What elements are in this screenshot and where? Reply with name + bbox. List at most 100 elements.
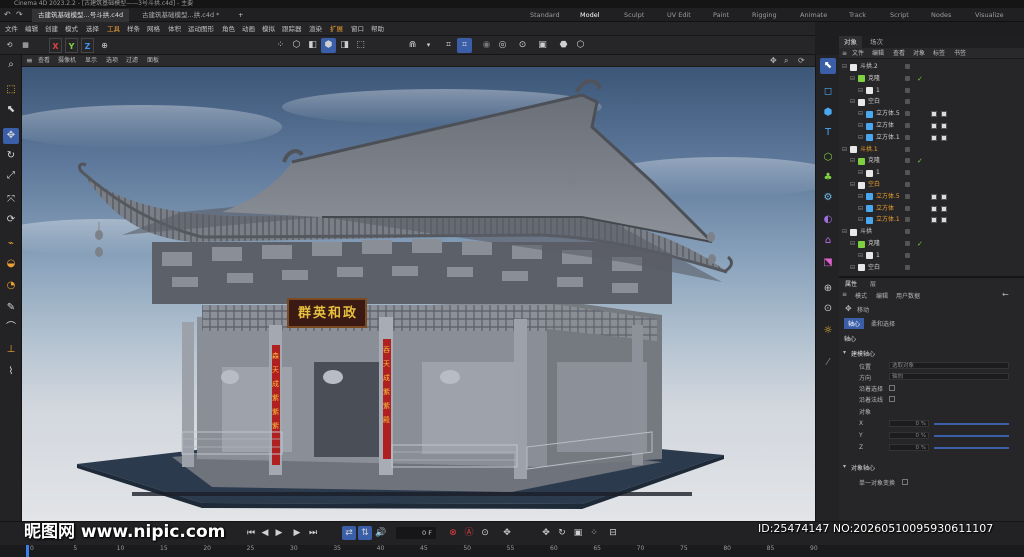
attr-menu-userdata[interactable]: 用户数据 bbox=[896, 291, 920, 300]
object-menu-edit[interactable]: 编辑 bbox=[872, 48, 884, 59]
go-start-icon[interactable]: ⏮ bbox=[244, 526, 258, 540]
snap-settings-icon[interactable]: ⟳ bbox=[3, 212, 19, 228]
visibility-dot[interactable] bbox=[905, 158, 910, 164]
viewport-menu-cameras[interactable]: 摄像机 bbox=[58, 55, 76, 67]
material-tag-icon[interactable] bbox=[941, 134, 947, 141]
snap-icon[interactable]: ▾ bbox=[421, 38, 436, 53]
object-list-item[interactable]: ⊟ 1 bbox=[839, 168, 1024, 178]
menu-edit[interactable]: 编辑 bbox=[25, 22, 38, 36]
field-icon[interactable]: ⬔ bbox=[820, 255, 836, 271]
scene-icon[interactable]: ⊕ bbox=[820, 281, 836, 297]
position-key-icon[interactable]: ✥ bbox=[500, 526, 514, 540]
workspace-standard[interactable]: Standard bbox=[530, 8, 560, 22]
attr-menu-icon[interactable]: ≡ bbox=[842, 291, 847, 298]
material-tag-icon[interactable] bbox=[931, 123, 937, 129]
frame-ruler[interactable]: 0 5 10 15 20 25 30 35 40 45 50 55 60 65 70 75 80 85 90 bbox=[0, 545, 1024, 557]
expand-icon[interactable]: ⊟ bbox=[850, 263, 855, 273]
undo-icon[interactable]: ↶ bbox=[4, 10, 11, 19]
3d-viewport[interactable]: 群英和政 森天成紫紫紫 吞天成紫紫殿 bbox=[22, 67, 815, 521]
viewport-zoom-icon[interactable]: ⌕ bbox=[784, 55, 788, 67]
locked-workplane-icon[interactable]: ◉ bbox=[479, 38, 494, 53]
play-icon[interactable]: ▶ bbox=[272, 526, 286, 540]
visibility-dot[interactable] bbox=[905, 193, 910, 199]
expand-icon[interactable]: ⊟ bbox=[858, 215, 863, 225]
object-menu-icon[interactable]: ≡ bbox=[842, 48, 847, 59]
y-axis-toggle[interactable]: Y bbox=[65, 38, 78, 53]
expand-icon[interactable]: ⊟ bbox=[850, 156, 855, 166]
object-menu-bookmarks[interactable]: 书签 bbox=[954, 48, 966, 59]
point-key-icon[interactable]: ⁘ bbox=[587, 526, 601, 540]
workspace-model[interactable]: Model bbox=[580, 8, 600, 22]
object-list-item[interactable]: ⊟ 斗拱.2 bbox=[839, 62, 1024, 72]
object-list-item[interactable]: ⊟ 空白 bbox=[839, 97, 1024, 107]
camera-icon[interactable]: ⌂ bbox=[820, 233, 836, 249]
symmetry-icon[interactable]: ◎ bbox=[495, 38, 510, 53]
expand-icon[interactable]: ⊟ bbox=[858, 121, 863, 131]
grid-icon[interactable]: ▦ bbox=[18, 38, 33, 53]
expand-icon[interactable]: ⊟ bbox=[858, 109, 863, 119]
range-icon[interactable]: ⇅ bbox=[358, 526, 372, 540]
menu-file[interactable]: 文件 bbox=[5, 22, 18, 36]
tab-takes[interactable]: 场次 bbox=[865, 36, 888, 48]
object-list-item[interactable]: ⊟ 立方体.5 bbox=[839, 109, 1024, 119]
enabled-check-icon[interactable]: ✓ bbox=[917, 239, 923, 249]
viewport-pan-icon[interactable]: ✥ bbox=[770, 55, 777, 67]
object-list-item[interactable]: ⊟ 克隆 ✓ bbox=[839, 74, 1024, 84]
visibility-dot[interactable] bbox=[905, 64, 910, 69]
collapse-icon[interactable]: ▾ bbox=[843, 349, 846, 356]
subtab-soft-selection[interactable]: 柔和选择 bbox=[871, 319, 895, 328]
x-value-field[interactable]: 0 % bbox=[889, 420, 929, 427]
subtab-pivot[interactable]: 轴心 bbox=[844, 318, 865, 329]
paint-icon[interactable]: ✎ bbox=[3, 300, 19, 316]
object-list-item[interactable]: ⊟ 斗拱 bbox=[839, 227, 1024, 237]
visibility-dot[interactable] bbox=[905, 252, 910, 258]
rotate-icon[interactable]: ↻ bbox=[3, 148, 19, 164]
x-slider[interactable] bbox=[934, 423, 1009, 425]
transform-icon[interactable]: ⤧ bbox=[3, 192, 19, 208]
expand-icon[interactable]: ⊟ bbox=[850, 239, 855, 249]
object-list-item[interactable]: ⊟ 立方体 bbox=[839, 204, 1024, 214]
menu-mograph[interactable]: 运动图形 bbox=[188, 22, 214, 36]
visibility-dot[interactable] bbox=[905, 241, 910, 246]
menu-mode[interactable]: 模式 bbox=[65, 22, 78, 36]
visibility-dot[interactable] bbox=[905, 170, 910, 176]
object-list-item[interactable]: ⊟ 空白 bbox=[839, 180, 1024, 190]
coordinate-system-icon[interactable]: ⊕ bbox=[97, 38, 112, 53]
uv-mode-icon[interactable]: ⬚ bbox=[353, 38, 368, 53]
viewport-rotate-icon[interactable]: ⟳ bbox=[798, 55, 805, 67]
object-list-item[interactable]: ⊟ 1 bbox=[839, 251, 1024, 261]
rotation-key-icon[interactable]: ✥ bbox=[539, 526, 553, 540]
doc-tab-active[interactable]: 古建筑基础模型...号斗拱.c4d bbox=[32, 9, 130, 22]
visibility-dot[interactable] bbox=[905, 134, 910, 140]
param-key-icon[interactable]: ▣ bbox=[571, 526, 585, 540]
model-mode-icon[interactable]: ⬢ bbox=[321, 38, 336, 53]
material-tag-icon[interactable] bbox=[931, 205, 937, 212]
menu-tracker[interactable]: 跟踪器 bbox=[282, 22, 302, 36]
go-end-icon[interactable]: ⏭ bbox=[306, 526, 320, 540]
move-icon[interactable]: ✥ bbox=[3, 128, 19, 144]
visibility-dot[interactable] bbox=[905, 205, 910, 211]
search-icon[interactable]: ⌕ bbox=[3, 57, 19, 73]
along-selection-checkbox[interactable] bbox=[889, 385, 895, 391]
workspace-sculpt[interactable]: Sculpt bbox=[624, 8, 644, 22]
object-menu-tags[interactable]: 标签 bbox=[933, 48, 945, 59]
material-tag-icon[interactable] bbox=[941, 123, 947, 129]
visibility-dot[interactable] bbox=[905, 75, 910, 81]
object-list-item[interactable]: ⊟ 空白 bbox=[839, 263, 1024, 273]
workspace-rigging[interactable]: Rigging bbox=[752, 8, 777, 22]
render-view-icon[interactable]: ⊙ bbox=[515, 38, 530, 53]
visibility-dot[interactable] bbox=[905, 182, 910, 187]
plane-icon[interactable]: ◻ bbox=[820, 84, 836, 100]
menu-help[interactable]: 帮助 bbox=[371, 22, 384, 36]
menu-extensions[interactable]: 扩展 bbox=[330, 22, 343, 36]
orientation-select[interactable]: 轴向 bbox=[889, 373, 1009, 380]
visibility-dot[interactable] bbox=[905, 229, 910, 235]
y-value-field[interactable]: 0 % bbox=[889, 432, 929, 439]
current-frame-field[interactable]: 0 F bbox=[396, 527, 436, 539]
expand-icon[interactable]: ⊟ bbox=[858, 251, 863, 261]
menu-tools[interactable]: 工具 bbox=[107, 22, 120, 36]
expand-icon[interactable]: ⊟ bbox=[842, 62, 847, 72]
measure-icon[interactable]: ⊥ bbox=[3, 342, 19, 358]
visibility-dot[interactable] bbox=[905, 264, 910, 270]
material-tag-icon[interactable] bbox=[931, 217, 937, 224]
